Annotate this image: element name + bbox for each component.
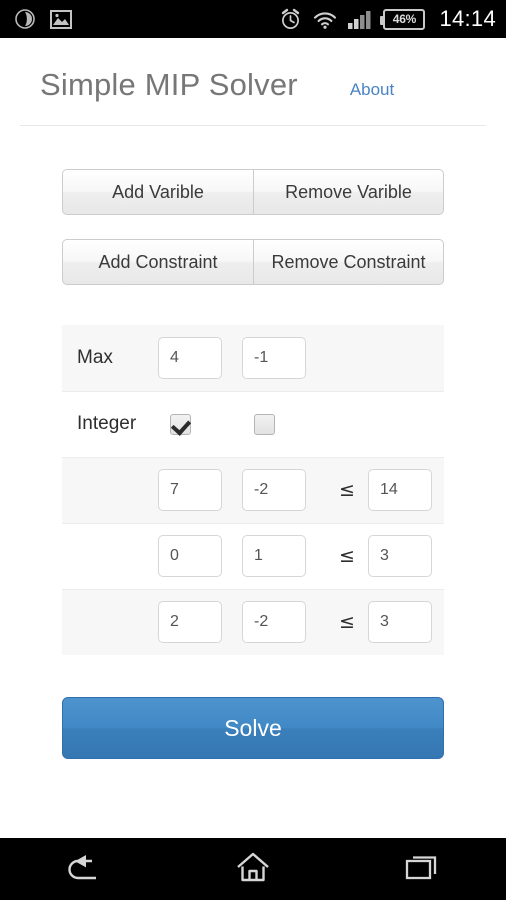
integer-checkbox-2[interactable] (254, 413, 275, 435)
constraint-2-rhs-cell (368, 523, 444, 589)
signal-bars-icon (348, 10, 372, 29)
page-title: Simple MIP Solver (40, 67, 298, 102)
integer-operator-cell (326, 391, 368, 457)
recent-apps-icon (404, 852, 440, 887)
gallery-image-icon (50, 9, 72, 29)
battery-percent-label: 46% (392, 12, 417, 26)
constraint-1-coef2-cell (242, 457, 326, 523)
add-constraint-button[interactable]: Add Constraint (62, 239, 253, 286)
constraint-3-coefficient-2-input[interactable] (242, 601, 306, 644)
objective-coefficient-2-input[interactable] (242, 336, 306, 379)
less-than-or-equal-icon: ≤ (339, 611, 355, 634)
android-nav-bar (0, 838, 506, 900)
integer-checkbox-1[interactable] (170, 413, 191, 435)
status-bar-left-icons (14, 8, 72, 30)
constraint-3-rhs-cell (368, 589, 444, 655)
integer-label: Integer (77, 413, 137, 435)
integer-row: Integer (62, 391, 444, 458)
app-header: Simple MIP Solver About (0, 38, 506, 103)
objective-row: Max (62, 325, 444, 392)
solve-button-wrap: Solve (62, 697, 444, 760)
constraint-2-coef1-cell (158, 523, 242, 589)
constraint-1-rhs-input[interactable] (368, 469, 432, 512)
constraint-1-rhs-cell (368, 457, 444, 523)
nav-recents-button[interactable] (374, 838, 470, 900)
less-than-or-equal-icon: ≤ (339, 545, 355, 568)
header-divider (20, 125, 486, 127)
constraint-3-coef1-cell (158, 589, 242, 655)
objective-rhs-cell (368, 325, 444, 391)
constraint-1-label-cell (62, 457, 158, 523)
solve-button[interactable]: Solve (62, 697, 444, 760)
constraint-1-coef1-cell (158, 457, 242, 523)
model-table: Max Integer (62, 325, 444, 656)
phone-screen: 46% 14:14 Simple MIP Solver About Add Va… (0, 0, 506, 900)
status-bar-clock: 14:14 (439, 6, 496, 31)
constraint-2-coefficient-1-input[interactable] (158, 535, 222, 578)
back-icon (64, 852, 104, 887)
constraint-2-rhs-input[interactable] (368, 535, 432, 578)
remove-constraint-button[interactable]: Remove Constraint (253, 239, 444, 286)
constraint-3-label-cell (62, 589, 158, 655)
status-bar-right-icons: 46% 14:14 (279, 6, 496, 32)
objective-coef1-cell (158, 325, 242, 391)
add-variable-button[interactable]: Add Varible (62, 169, 253, 216)
constraint-3-coefficient-1-input[interactable] (158, 601, 222, 644)
constraint-3-operator-cell: ≤ (326, 589, 368, 655)
status-bar: 46% 14:14 (0, 0, 506, 38)
constraint-1-coefficient-2-input[interactable] (242, 469, 306, 512)
alarm-clock-icon (279, 8, 302, 31)
integer-rhs-cell (368, 391, 444, 457)
constraint-3-rhs-input[interactable] (368, 601, 432, 644)
constraint-button-group: Add Constraint Remove Constraint (62, 239, 444, 286)
circle-app-icon (14, 8, 36, 30)
app-content: Simple MIP Solver About Add Varible Remo… (0, 38, 506, 838)
constraint-1-operator-cell: ≤ (326, 457, 368, 523)
constraint-1-coefficient-1-input[interactable] (158, 469, 222, 512)
constraint-3-coef2-cell (242, 589, 326, 655)
objective-operator-cell (326, 325, 368, 391)
home-icon (235, 851, 271, 888)
integer-checkbox-1-cell (158, 391, 242, 457)
remove-variable-button[interactable]: Remove Varible (253, 169, 444, 216)
objective-label-cell: Max (62, 325, 158, 391)
objective-label: Max (77, 346, 113, 368)
constraint-2-coefficient-2-input[interactable] (242, 535, 306, 578)
table-row: ≤ (62, 589, 444, 656)
nav-back-button[interactable] (36, 838, 132, 900)
table-row: ≤ (62, 457, 444, 524)
integer-checkbox-2-cell (242, 391, 326, 457)
about-link[interactable]: About (350, 80, 394, 100)
objective-coefficient-1-input[interactable] (158, 336, 222, 379)
constraint-2-label-cell (62, 523, 158, 589)
integer-label-cell: Integer (62, 391, 158, 457)
less-than-or-equal-icon: ≤ (339, 479, 355, 502)
objective-coef2-cell (242, 325, 326, 391)
wifi-icon (313, 10, 337, 29)
nav-home-button[interactable] (205, 838, 301, 900)
table-row: ≤ (62, 523, 444, 590)
variable-button-group: Add Varible Remove Varible (62, 169, 444, 216)
battery-icon: 46% (380, 8, 426, 30)
constraint-2-operator-cell: ≤ (326, 523, 368, 589)
constraint-2-coef2-cell (242, 523, 326, 589)
